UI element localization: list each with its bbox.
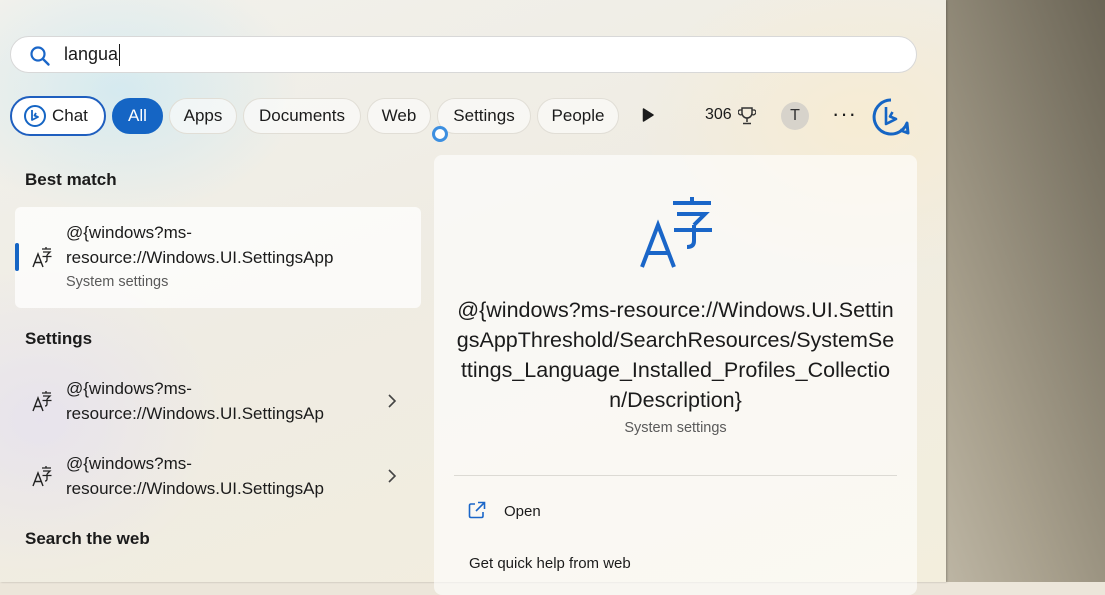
filter-people-label: People: [551, 106, 605, 125]
detail-title: @{windows?ms-resource://Windows.UI.Setti…: [456, 298, 895, 412]
chevron-right-icon: [388, 394, 397, 408]
settings-item-line2: resource://Windows.UI.SettingsAp: [66, 479, 324, 498]
best-match-item[interactable]: @{windows?ms- resource://Windows.UI.Sett…: [15, 207, 421, 308]
detail-pane: @{windows?ms-resource://Windows.UI.Setti…: [434, 155, 917, 595]
filter-documents[interactable]: Documents: [243, 98, 361, 134]
language-icon: [32, 247, 52, 268]
best-match-heading: Best match: [25, 170, 117, 189]
best-match-title-line1: @{windows?ms-: [66, 223, 192, 242]
language-icon: [32, 466, 52, 487]
filter-people[interactable]: People: [537, 98, 619, 134]
bing-chat-icon[interactable]: [871, 97, 911, 137]
search-query: langua: [64, 44, 119, 64]
filter-apps[interactable]: Apps: [169, 98, 237, 134]
bing-chat-icon: [24, 105, 46, 127]
search-box[interactable]: langua: [10, 36, 917, 73]
avatar[interactable]: T: [781, 102, 809, 130]
more-icon[interactable]: ···: [832, 103, 857, 125]
open-label: Open: [504, 503, 541, 520]
selection-indicator: [15, 243, 19, 271]
text-caret: [119, 44, 121, 67]
filter-documents-label: Documents: [259, 106, 345, 125]
settings-item-line2: resource://Windows.UI.SettingsAp: [66, 404, 324, 423]
open-external-icon: [468, 501, 486, 519]
chat-button[interactable]: Chat: [10, 96, 106, 136]
list-item[interactable]: @{windows?ms- resource://Windows.UI.Sett…: [15, 445, 421, 505]
trophy-icon[interactable]: [738, 106, 756, 126]
settings-item-line1: @{windows?ms-: [66, 454, 192, 473]
settings-item-line1: @{windows?ms-: [66, 379, 192, 398]
chevron-right-icon: [388, 469, 397, 483]
search-input[interactable]: langua: [64, 37, 884, 72]
search-panel: langua Chat All Apps Documents Web Setti…: [0, 0, 946, 595]
filter-web-label: Web: [381, 106, 417, 125]
language-icon: [640, 197, 712, 268]
list-item[interactable]: @{windows?ms- resource://Windows.UI.Sett…: [15, 370, 421, 430]
chat-label: Chat: [52, 106, 88, 125]
filter-settings[interactable]: Settings: [437, 98, 531, 134]
filter-all[interactable]: All: [112, 98, 163, 134]
best-match-title-line2: resource://Windows.UI.SettingsApp: [66, 248, 334, 267]
play-icon[interactable]: [642, 108, 654, 122]
quick-help-link[interactable]: Get quick help from web: [469, 555, 631, 572]
language-icon: [32, 391, 52, 412]
filter-apps-label: Apps: [183, 106, 223, 125]
best-match-subtitle: System settings: [66, 274, 169, 290]
rewards-points[interactable]: 306: [705, 106, 732, 124]
search-web-heading: Search the web: [25, 529, 150, 548]
loading-spinner-icon: [432, 126, 448, 142]
settings-heading: Settings: [25, 329, 93, 348]
detail-subtitle: System settings: [624, 420, 727, 436]
filter-all-label: All: [128, 106, 147, 125]
search-icon: [30, 46, 50, 66]
divider: [454, 475, 897, 476]
filter-web[interactable]: Web: [367, 98, 431, 134]
filter-settings-label: Settings: [453, 106, 515, 125]
